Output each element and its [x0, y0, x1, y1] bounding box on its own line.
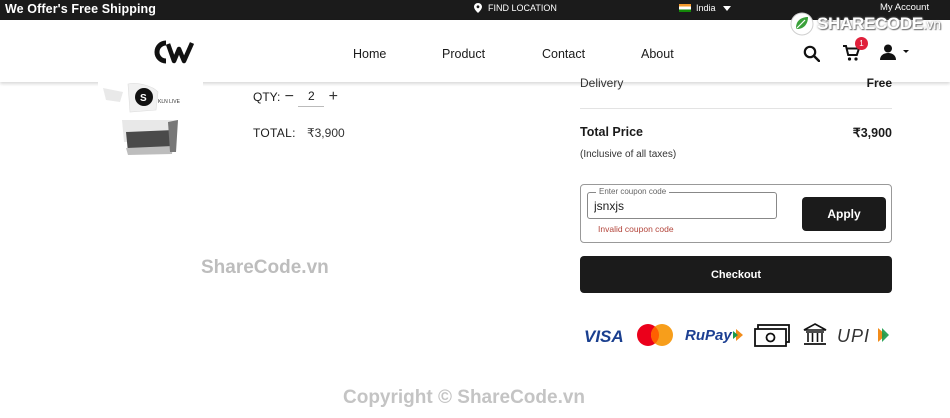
- delivery-value: Free: [866, 76, 892, 90]
- bank-icon: [803, 323, 827, 345]
- svg-text:RuPay: RuPay: [685, 327, 732, 344]
- search-icon[interactable]: [803, 45, 820, 62]
- nav-about[interactable]: About: [641, 47, 674, 61]
- item-total-label: TOTAL:: [253, 126, 296, 140]
- sharecode-name: SHARECODE.vn: [817, 14, 941, 33]
- visa-icon: VISA: [584, 327, 624, 346]
- coupon-error-text: Invalid coupon code: [598, 224, 674, 234]
- coupon-field[interactable]: Enter coupon code: [587, 187, 777, 219]
- copyright-watermark: Copyright © ShareCode.vn: [343, 387, 586, 408]
- svg-text:VISA: VISA: [584, 327, 624, 346]
- product-image[interactable]: S KLN LIVE: [98, 82, 203, 157]
- total-price-value: ₹3,900: [852, 126, 892, 140]
- svg-text:KLN LIVE: KLN LIVE: [158, 99, 181, 105]
- tax-note: (Inclusive of all taxes): [580, 149, 677, 160]
- country-selector[interactable]: India: [679, 3, 731, 13]
- sharecode-watermark: ShareCode.vn: [201, 257, 329, 278]
- cash-icon: [754, 324, 790, 347]
- qty-decrease-button[interactable]: −: [280, 88, 298, 106]
- country-label: India: [696, 3, 716, 13]
- find-location-link[interactable]: FIND LOCATION: [474, 3, 557, 13]
- shipping-offer-text: We Offer's Free Shipping: [5, 2, 156, 16]
- item-total-value: ₹3,900: [307, 126, 345, 140]
- sharecode-leaf-icon: [790, 12, 814, 36]
- rupay-icon: RuPay: [685, 327, 743, 344]
- coupon-section: Enter coupon code Invalid coupon code Ap…: [580, 184, 892, 243]
- nav-contact[interactable]: Contact: [542, 47, 585, 61]
- delivery-label: Delivery: [580, 76, 624, 90]
- mastercard-icon: [637, 324, 673, 346]
- india-flag-icon: [679, 4, 691, 12]
- sharecode-logo: SHARECODE.vn: [790, 12, 941, 36]
- checkout-button[interactable]: Checkout: [580, 256, 892, 293]
- site-logo[interactable]: [154, 40, 196, 64]
- location-pin-icon: [474, 3, 482, 13]
- svg-text:UPI: UPI: [837, 326, 870, 346]
- summary-divider: [580, 108, 892, 109]
- quantity-row: QTY: − 2 +: [253, 87, 342, 107]
- caret-down-icon: [722, 5, 731, 11]
- apply-coupon-button[interactable]: Apply: [802, 197, 886, 231]
- coupon-input[interactable]: [594, 199, 770, 213]
- qty-label: QTY:: [253, 90, 281, 104]
- nav-home[interactable]: Home: [353, 47, 386, 61]
- cart-count-badge: 1: [855, 37, 868, 50]
- nav-product[interactable]: Product: [442, 47, 485, 61]
- upi-icon: UPI: [837, 326, 889, 346]
- find-location-label: FIND LOCATION: [488, 3, 557, 13]
- user-icon[interactable]: [879, 44, 909, 60]
- svg-text:S: S: [140, 93, 147, 104]
- qty-increase-button[interactable]: +: [324, 88, 342, 106]
- total-price-label: Total Price: [580, 125, 643, 139]
- qty-value[interactable]: 2: [298, 89, 325, 107]
- coupon-field-label: Enter coupon code: [596, 187, 670, 196]
